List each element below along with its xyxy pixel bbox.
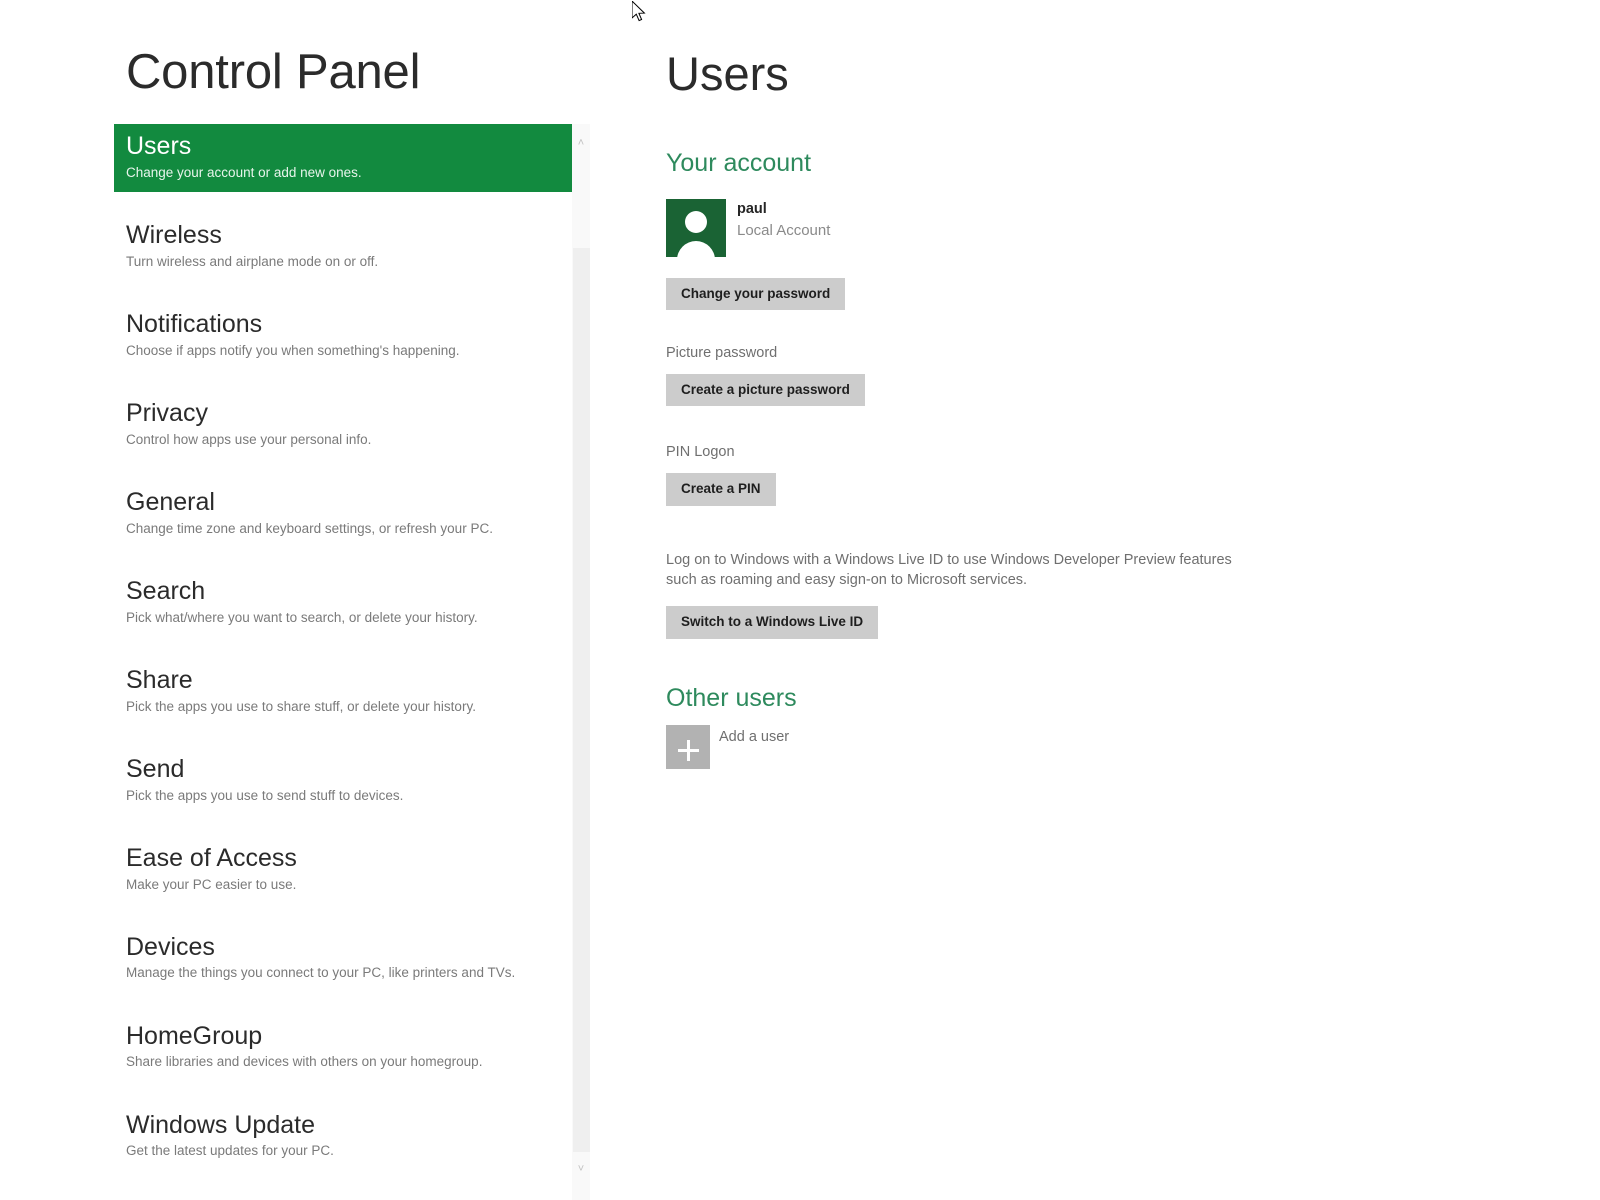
windows-live-id-description: Log on to Windows with a Windows Live ID… <box>666 551 1232 588</box>
user-avatar-icon <box>666 198 726 257</box>
sidebar-item-label: Ease of Access <box>126 843 297 872</box>
plus-horizontal-stroke <box>678 748 699 752</box>
sidebar-item-description: Change time zone and keyboard settings, … <box>126 520 493 536</box>
sidebar-item-search[interactable]: Search Pick what/where you want to search… <box>114 569 560 637</box>
sidebar-item-ease-of-access[interactable]: Ease of Access Make your PC easier to use… <box>114 836 560 904</box>
settings-category-list[interactable]: Users Change your account or add new ones… <box>0 124 573 1200</box>
page-title: Control Panel <box>126 45 421 99</box>
account-text-block: paul Local Account <box>737 199 830 242</box>
sidebar-item-send[interactable]: Send Pick the apps you use to send stuff … <box>114 747 560 815</box>
sidebar-item-label: Wireless <box>126 220 222 249</box>
detail-pane: Users Your account paul Local Account Ch… <box>600 0 1600 1200</box>
scroll-down-arrow-icon[interactable]: ˅ <box>572 1160 590 1178</box>
sidebar-item-share[interactable]: Share Pick the apps you use to share stuf… <box>114 658 560 726</box>
other-users-heading: Other users <box>666 684 797 712</box>
sidebar-item-label: Users <box>126 132 192 160</box>
control-panel-sidebar: Control Panel Users Change your account o… <box>0 0 600 1200</box>
add-user-label[interactable]: Add a user <box>719 728 789 747</box>
sidebar-item-label: HomeGroup <box>126 1021 263 1050</box>
add-user-row[interactable]: Add a user <box>666 724 1366 769</box>
pin-logon-label: PIN Logon <box>666 444 735 461</box>
sidebar-item-label: Notifications <box>126 309 263 338</box>
sidebar-item-general[interactable]: General Change time zone and keyboard set… <box>114 480 560 548</box>
sidebar-item-description: Pick what/where you want to search, or d… <box>126 609 478 625</box>
avatar-body-shape <box>677 240 715 257</box>
account-type-label: Local Account <box>737 222 831 240</box>
sidebar-item-description: Control how apps use your personal info. <box>126 431 372 447</box>
sidebar-item-more-settings[interactable]: More settingsFor even more control, go t… <box>114 1192 560 1200</box>
sidebar-item-windows-update[interactable]: Windows Update Get the latest updates for… <box>114 1103 560 1171</box>
sidebar-item-label: Devices <box>126 932 215 961</box>
sidebar-item-description: Choose if apps notify you when something… <box>126 342 460 358</box>
sidebar-item-description: Pick the apps you use to send stuff to d… <box>126 787 404 803</box>
add-user-plus-icon[interactable] <box>666 724 710 769</box>
sidebar-item-label: Privacy <box>126 398 208 427</box>
sidebar-item-description: Turn wireless and airplane mode on or of… <box>126 253 379 269</box>
other-users-section: Other users Add a user <box>666 684 1366 769</box>
pin-logon-block: PIN Logon Create a PIN <box>666 443 1366 506</box>
avatar-head-shape <box>685 210 707 233</box>
sidebar-item-description: Share libraries and devices with others … <box>126 1054 483 1070</box>
your-account-section: Your account paul Local Account Change y… <box>666 149 1366 639</box>
switch-to-windows-live-id-button[interactable]: Switch to a Windows Live ID <box>666 606 879 639</box>
sidebar-item-homegroup[interactable]: HomeGroup Share libraries and devices wit… <box>114 1014 560 1082</box>
sidebar-item-description: Get the latest updates for your PC. <box>126 1143 334 1159</box>
create-picture-password-button[interactable]: Create a picture password <box>666 373 865 407</box>
scroll-up-arrow-icon[interactable]: ˄ <box>572 134 590 152</box>
create-pin-button[interactable]: Create a PIN <box>666 473 776 506</box>
account-user-name: paul <box>737 200 767 217</box>
sidebar-item-label: Windows Update <box>126 1110 315 1139</box>
account-summary-row: paul Local Account <box>666 198 1366 257</box>
sidebar-item-devices[interactable]: Devices Manage the things you connect to … <box>114 925 560 993</box>
sidebar-item-description: Manage the things you connect to your PC… <box>126 965 516 981</box>
sidebar-item-description: Make your PC easier to use. <box>126 876 297 892</box>
sidebar-item-label: Search <box>126 576 206 605</box>
sidebar-item-notifications[interactable]: Notifications Choose if apps notify you w… <box>114 302 560 370</box>
detail-page-title: Users <box>666 47 789 100</box>
sidebar-item-description: Change your account or add new ones. <box>126 164 362 180</box>
scrollbar-thumb[interactable] <box>573 248 590 1152</box>
sidebar-item-users[interactable]: Users Change your account or add new ones… <box>114 124 573 192</box>
sidebar-item-privacy[interactable]: Privacy Control how apps use your persona… <box>114 391 560 459</box>
your-account-heading: Your account <box>666 149 812 177</box>
sidebar-item-label: Send <box>126 754 185 783</box>
change-password-button[interactable]: Change your password <box>666 277 846 311</box>
picture-password-block: Picture password Create a picture passwo… <box>666 344 1366 407</box>
picture-password-label: Picture password <box>666 345 778 362</box>
sidebar-item-wireless[interactable]: Wireless Turn wireless and airplane mode … <box>114 213 560 281</box>
windows-live-id-block: Log on to Windows with a Windows Live ID… <box>666 551 1366 639</box>
sidebar-scrollbar[interactable]: ˄ ˅ <box>572 124 590 1200</box>
sidebar-item-label: General <box>126 487 215 516</box>
sidebar-item-description: Pick the apps you use to share stuff, or… <box>126 698 476 714</box>
sidebar-item-label: Share <box>126 665 193 694</box>
